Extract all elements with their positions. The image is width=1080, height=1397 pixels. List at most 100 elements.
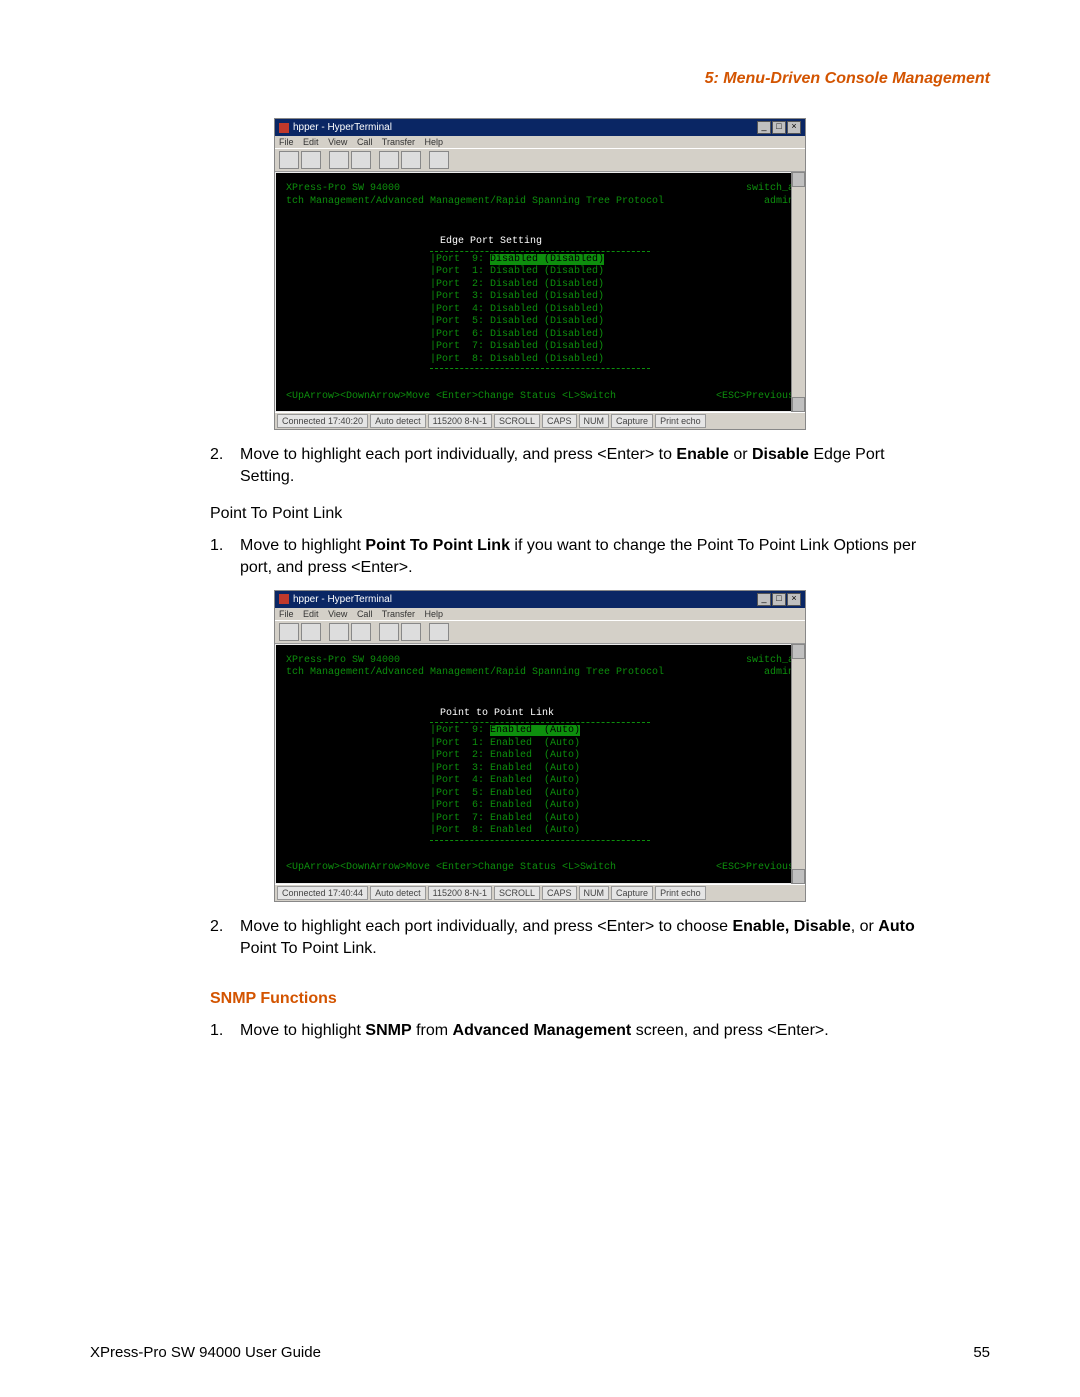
step-number: 2. (210, 444, 240, 489)
menu-help[interactable]: Help (425, 137, 444, 147)
port-row: |Port 2: Enabled (Auto) (430, 750, 650, 763)
port-row: |Port 7: Enabled (Auto) (430, 813, 650, 826)
port-row: |Port 6: Enabled (Auto) (430, 800, 650, 813)
terminal-screenshot-2: hpper - HyperTerminal _ □ × File Edit Vi… (274, 590, 806, 902)
port-row: |Port 9: Enabled (Auto) (430, 725, 650, 738)
term-user: admin (764, 667, 794, 680)
terminal-output: XPress-Pro SW 94000 switch_a tch Managem… (276, 645, 804, 883)
port-row: |Port 7: Disabled (Disabled) (430, 341, 650, 354)
port-row: |Port 5: Enabled (Auto) (430, 788, 650, 801)
terminal-screenshot-1: hpper - HyperTerminal _ □ × File Edit Vi… (274, 118, 806, 430)
window-controls: _ □ × (757, 121, 801, 134)
toolbar-btn[interactable] (351, 151, 371, 169)
term-box-rows: |Port 9: Enabled (Auto)|Port 1: Enabled … (430, 722, 650, 841)
terminal-output: XPress-Pro SW 94000 switch_a tch Managem… (276, 173, 804, 411)
status-connected: Connected 17:40:44 (277, 886, 368, 900)
status-baud: 115200 8-N-1 (428, 414, 492, 428)
menu-file[interactable]: File (279, 137, 294, 147)
menu-view[interactable]: View (328, 609, 347, 619)
menu-call[interactable]: Call (357, 137, 373, 147)
term-box-title: Edge Port Setting (434, 234, 548, 251)
toolbar-btn[interactable] (379, 151, 399, 169)
minimize-button[interactable]: _ (757, 593, 771, 606)
restore-button[interactable]: □ (772, 121, 786, 134)
port-row: |Port 3: Enabled (Auto) (430, 763, 650, 776)
port-row: |Port 8: Disabled (Disabled) (430, 354, 650, 367)
restore-button[interactable]: □ (772, 593, 786, 606)
page-footer: XPress-Pro SW 94000 User Guide 55 (90, 1344, 990, 1361)
menu-edit[interactable]: Edit (303, 137, 319, 147)
window-title: hpper - HyperTerminal (293, 594, 392, 605)
term-header-left: XPress-Pro SW 94000 (286, 183, 400, 196)
menu-bar: File Edit View Call Transfer Help (275, 608, 805, 620)
status-echo: Print echo (655, 414, 706, 428)
step-text: Move to highlight each port individually… (240, 444, 990, 489)
instruction-step: 1. Move to highlight SNMP from Advanced … (210, 1020, 990, 1042)
status-echo: Print echo (655, 886, 706, 900)
term-box-rows: |Port 9: Disabled (Disabled)|Port 1: Dis… (430, 251, 650, 370)
term-footer-right: <ESC>Previous (716, 862, 794, 875)
menu-transfer[interactable]: Transfer (382, 137, 415, 147)
menu-view[interactable]: View (328, 137, 347, 147)
instruction-step: 2. Move to highlight each port individua… (210, 916, 990, 961)
term-header-right: switch_a (746, 655, 794, 668)
port-row: |Port 8: Enabled (Auto) (430, 825, 650, 838)
step-number: 2. (210, 916, 240, 961)
menu-bar: File Edit View Call Transfer Help (275, 136, 805, 148)
port-row: |Port 1: Disabled (Disabled) (430, 266, 650, 279)
app-icon (279, 594, 289, 604)
scrollbar[interactable] (791, 644, 805, 884)
toolbar-btn[interactable] (379, 623, 399, 641)
toolbar-btn[interactable] (351, 623, 371, 641)
term-footer-right: <ESC>Previous (716, 391, 794, 404)
status-num: NUM (579, 886, 610, 900)
port-row: |Port 5: Disabled (Disabled) (430, 316, 650, 329)
page-number: 55 (973, 1344, 990, 1361)
toolbar-btn[interactable] (429, 151, 449, 169)
status-detect: Auto detect (370, 414, 426, 428)
menu-edit[interactable]: Edit (303, 609, 319, 619)
step-number: 1. (210, 535, 240, 580)
toolbar-btn[interactable] (279, 151, 299, 169)
menu-transfer[interactable]: Transfer (382, 609, 415, 619)
step-number: 1. (210, 1020, 240, 1042)
status-baud: 115200 8-N-1 (428, 886, 492, 900)
menu-file[interactable]: File (279, 609, 294, 619)
toolbar-btn[interactable] (329, 151, 349, 169)
status-caps: CAPS (542, 414, 577, 428)
status-detect: Auto detect (370, 886, 426, 900)
status-num: NUM (579, 414, 610, 428)
toolbar-btn[interactable] (301, 151, 321, 169)
step-text: Move to highlight SNMP from Advanced Man… (240, 1020, 990, 1042)
step-text: Move to highlight each port individually… (240, 916, 990, 961)
toolbar-btn[interactable] (279, 623, 299, 641)
term-box: Edge Port Setting |Port 9: Disabled (Dis… (430, 234, 650, 369)
port-row: |Port 1: Enabled (Auto) (430, 738, 650, 751)
window-titlebar: hpper - HyperTerminal _ □ × (275, 591, 805, 608)
terminal-wrap: XPress-Pro SW 94000 switch_a tch Managem… (275, 172, 805, 412)
toolbar-btn[interactable] (429, 623, 449, 641)
toolbar-btn[interactable] (401, 151, 421, 169)
status-capture: Capture (611, 414, 653, 428)
toolbar-btn[interactable] (329, 623, 349, 641)
instruction-step: 1. Move to highlight Point To Point Link… (210, 535, 990, 580)
port-row: |Port 3: Disabled (Disabled) (430, 291, 650, 304)
status-capture: Capture (611, 886, 653, 900)
term-breadcrumb: tch Management/Advanced Management/Rapid… (286, 667, 664, 680)
app-icon (279, 123, 289, 133)
toolbar-btn[interactable] (401, 623, 421, 641)
close-button[interactable]: × (787, 593, 801, 606)
terminal-wrap: XPress-Pro SW 94000 switch_a tch Managem… (275, 644, 805, 884)
scrollbar[interactable] (791, 172, 805, 412)
port-row: |Port 4: Enabled (Auto) (430, 775, 650, 788)
term-header-right: switch_a (746, 183, 794, 196)
menu-call[interactable]: Call (357, 609, 373, 619)
sub-heading: Point To Point Link (210, 505, 990, 523)
close-button[interactable]: × (787, 121, 801, 134)
minimize-button[interactable]: _ (757, 121, 771, 134)
status-connected: Connected 17:40:20 (277, 414, 368, 428)
toolbar-btn[interactable] (301, 623, 321, 641)
menu-help[interactable]: Help (425, 609, 444, 619)
status-scroll: SCROLL (494, 886, 540, 900)
term-footer-left: <UpArrow><DownArrow>Move <Enter>Change S… (286, 862, 616, 875)
